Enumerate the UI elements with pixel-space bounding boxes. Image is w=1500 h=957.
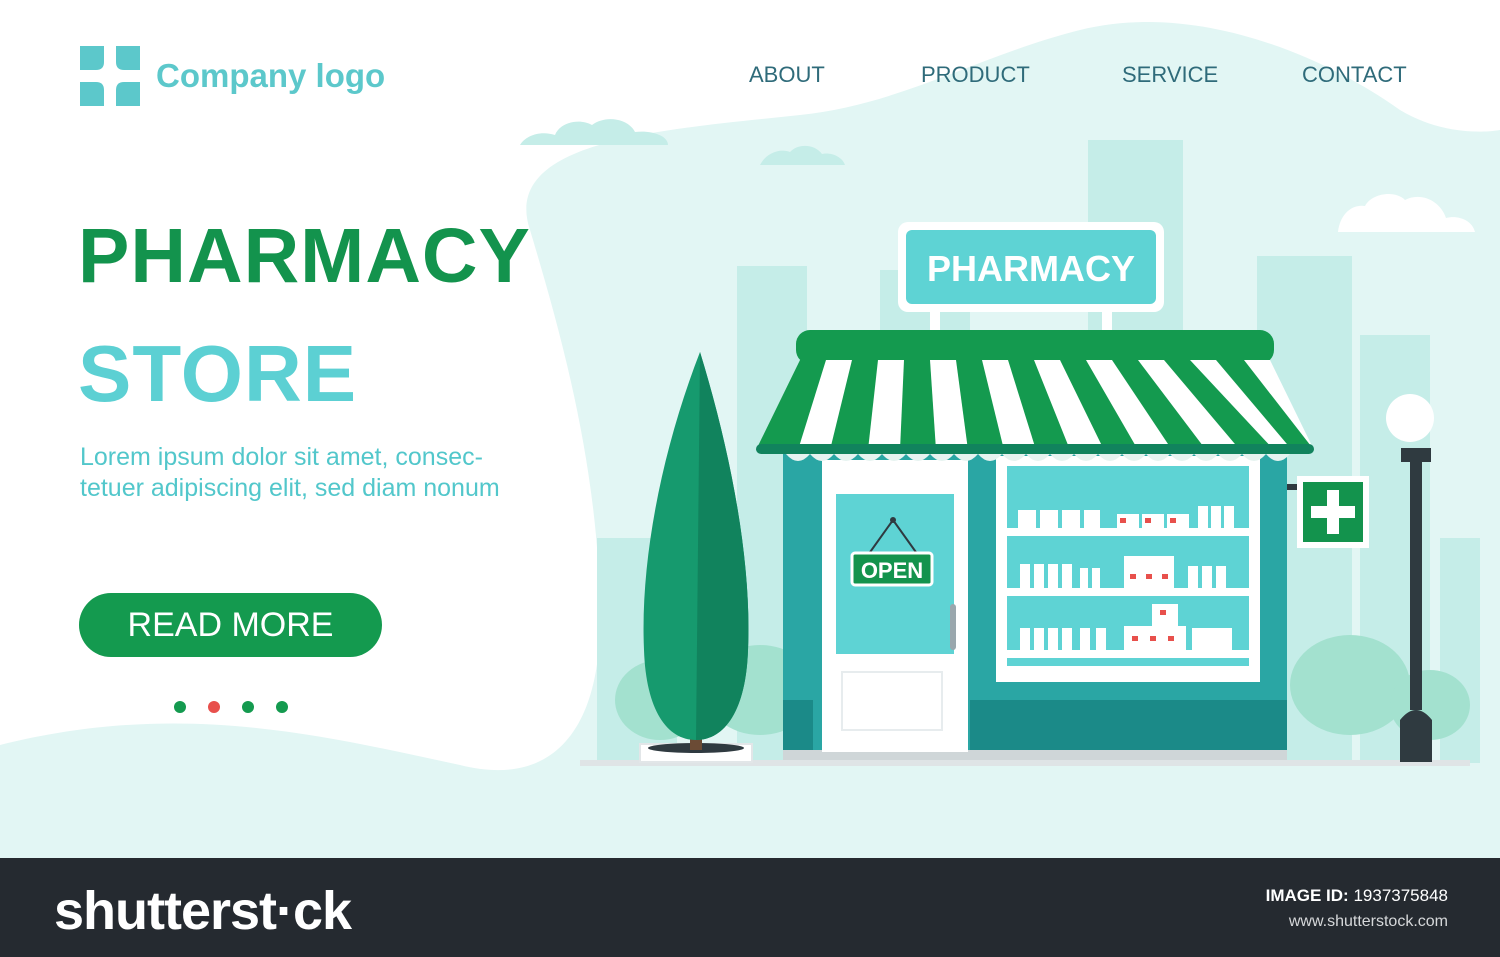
nav-service[interactable]: SERVICE bbox=[1122, 62, 1218, 88]
carousel-dot-3[interactable] bbox=[242, 701, 254, 713]
shop-building: OPEN bbox=[756, 330, 1314, 760]
nav-product[interactable]: PRODUCT bbox=[921, 62, 1030, 88]
image-id: IMAGE ID: 1937375848 bbox=[1266, 886, 1448, 906]
carousel-dot-2[interactable] bbox=[208, 701, 220, 713]
open-sign-text: OPEN bbox=[861, 558, 923, 583]
image-id-label: IMAGE ID: bbox=[1265, 886, 1349, 905]
hero-description: Lorem ipsum dolor sit amet, consec- tetu… bbox=[80, 442, 580, 504]
read-more-button[interactable]: READ MORE bbox=[79, 593, 382, 657]
hero-subtitle: STORE bbox=[78, 329, 358, 418]
hero-description-line-1: Lorem ipsum dolor sit amet, consec- bbox=[80, 443, 483, 471]
carousel-dots bbox=[174, 701, 288, 713]
hero-description-line-2: tetuer adipiscing elit, sed diam nonum bbox=[80, 474, 500, 502]
rooftop-sign-text: PHARMACY bbox=[927, 248, 1135, 289]
carousel-dot-1[interactable] bbox=[174, 701, 186, 713]
landing-page: PHARMACY OPEN Company logo ABOUT PRODUCT… bbox=[0, 0, 1500, 858]
watermark-footer: shutterst·ck IMAGE ID: 1937375848 www.sh… bbox=[0, 858, 1500, 957]
hero-title: PHARMACY bbox=[78, 213, 531, 299]
shutterstock-logo: shutterst·ck bbox=[54, 881, 352, 941]
nav-contact[interactable]: CONTACT bbox=[1302, 62, 1407, 88]
main-nav: ABOUT PRODUCT SERVICE CONTACT bbox=[0, 62, 1500, 92]
carousel-dot-4[interactable] bbox=[276, 701, 288, 713]
image-id-value: 1937375848 bbox=[1353, 886, 1448, 905]
pharmacy-storefront-illustration: PHARMACY OPEN bbox=[0, 21, 1500, 858]
pharmacy-cross-icon bbox=[1287, 476, 1369, 548]
nav-about[interactable]: ABOUT bbox=[749, 62, 825, 88]
site-url: www.shutterstock.com bbox=[1288, 913, 1448, 930]
